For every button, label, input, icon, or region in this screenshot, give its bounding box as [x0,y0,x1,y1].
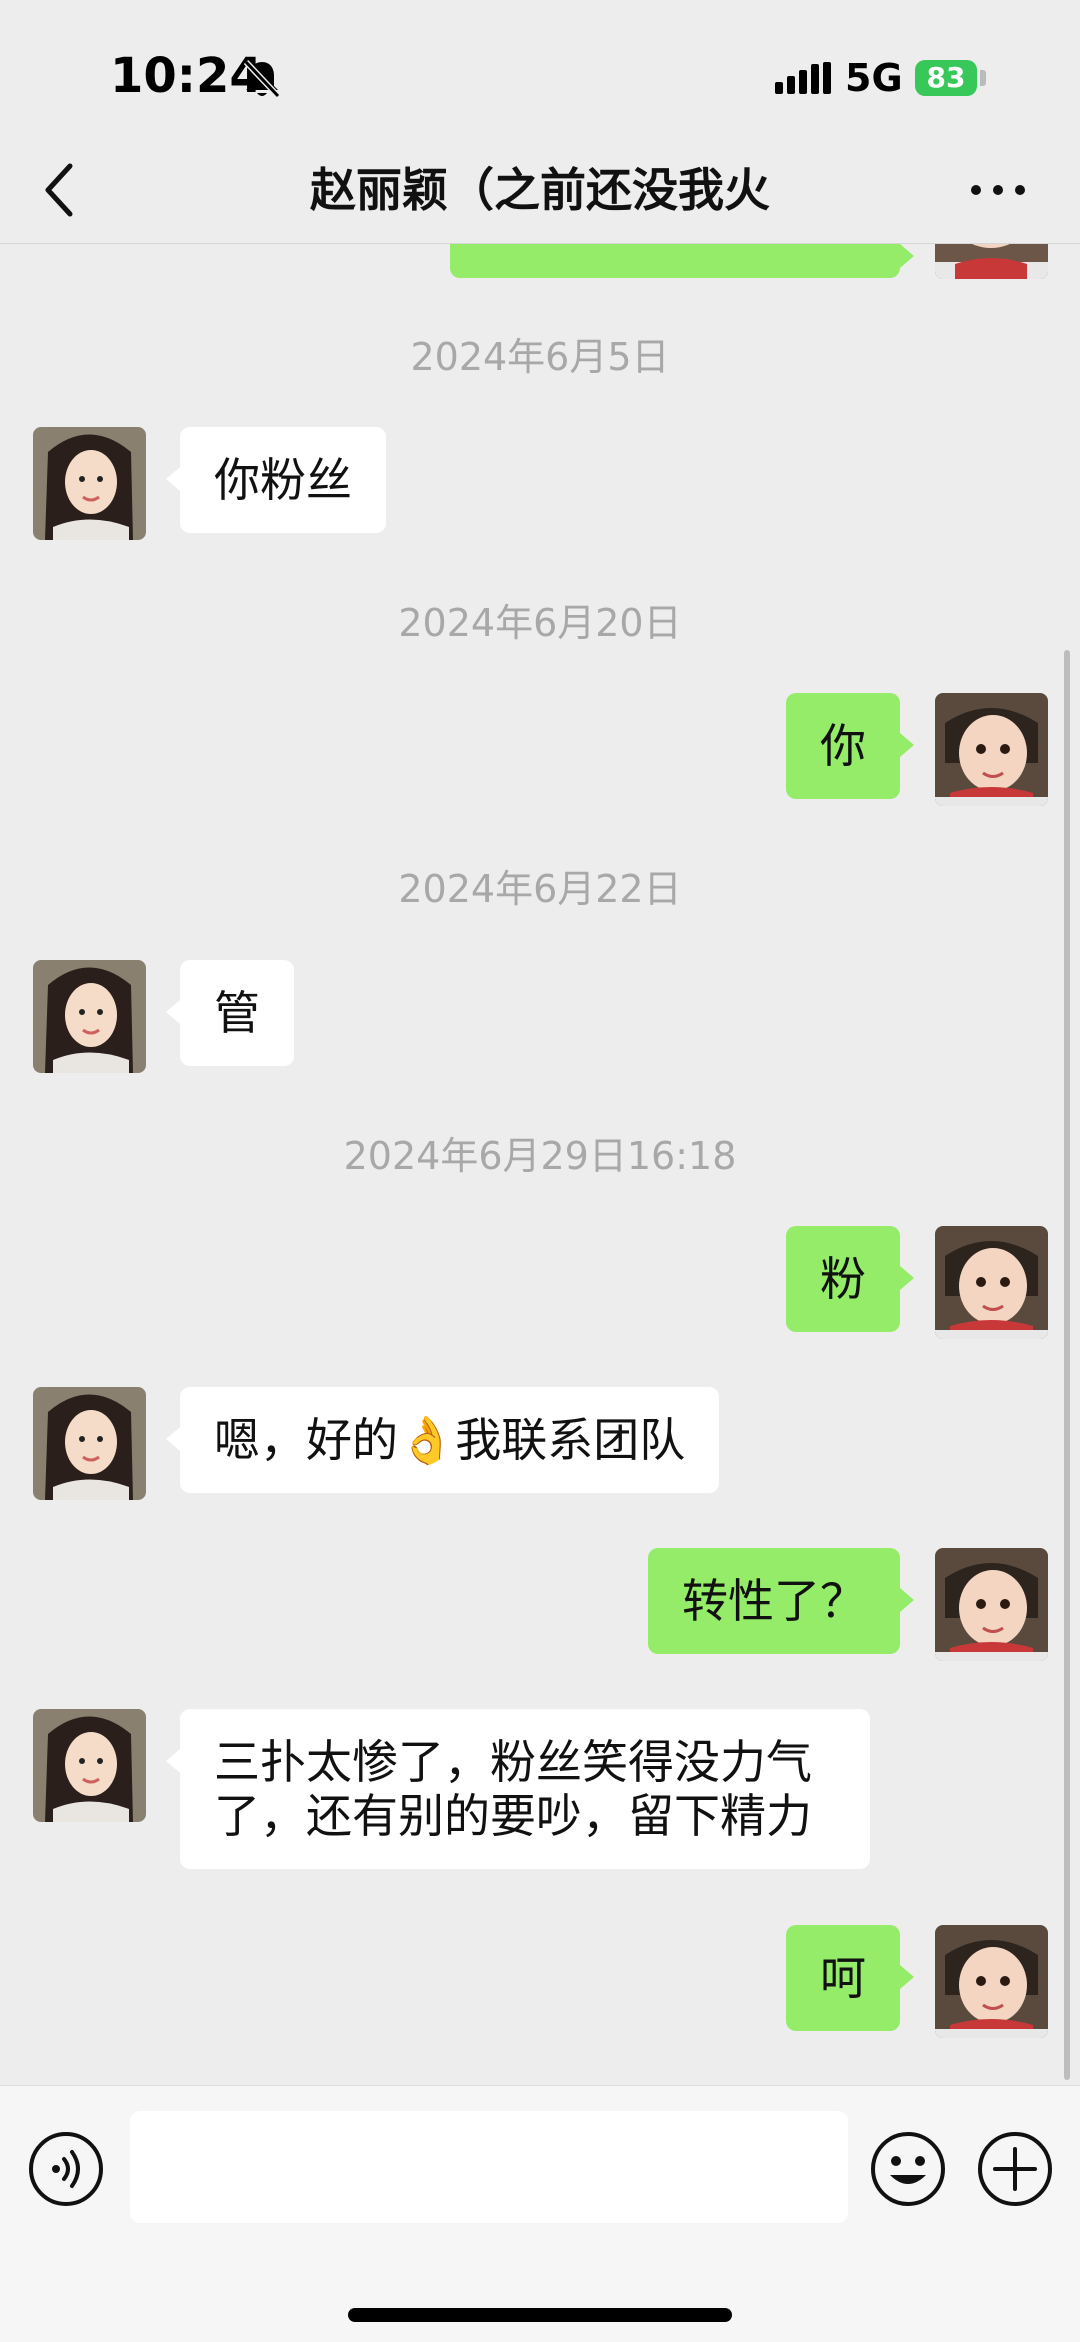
plus-icon[interactable] [977,2131,1053,2211]
bell-off-icon [242,58,282,104]
timestamp: 2024年6月22日 [398,867,682,911]
timestamp: 2024年6月20日 [398,601,682,645]
self-avatar[interactable] [935,1226,1048,1339]
battery-level: 83 [915,60,977,96]
self-avatar[interactable] [935,1548,1048,1661]
self-avatar[interactable] [935,693,1048,806]
message-bubble[interactable]: 三扑太惨了，粉丝笑得没力气了，还有别的要吵，留下精力 [166,1709,870,1869]
emoji-icon[interactable] [870,2131,946,2211]
voice-icon[interactable] [28,2131,104,2211]
chat-title: 赵丽颖（之前还没我火 [310,163,770,217]
timestamp: 2024年6月29日16:18 [343,1134,737,1178]
message-bubble[interactable]: 你粉丝 [166,427,386,533]
message-bubble[interactable]: 转性了？ [648,1548,914,1654]
self-avatar[interactable] [935,1925,1048,2038]
message-input[interactable] [130,2111,848,2223]
home-indicator[interactable] [348,2308,732,2322]
message-bubble[interactable]: 你 [786,693,914,799]
self-avatar[interactable] [935,244,1048,279]
signal-icon [775,62,831,98]
contact-avatar[interactable] [33,1709,146,1822]
timestamp: 2024年6月5日 [410,335,670,379]
contact-avatar[interactable] [33,427,146,540]
message-bubble[interactable]: 管 [166,960,294,1066]
message-bubble-partial [450,244,914,278]
status-time: 10:24 [110,48,263,104]
scrollbar[interactable] [1064,650,1070,2080]
battery-tip [980,70,986,86]
contact-avatar[interactable] [33,1387,146,1500]
message-bubble[interactable]: 粉 [786,1226,914,1332]
message-bubble[interactable]: 嗯，好的👌我联系团队 [165,1387,720,1493]
message-bubble[interactable]: 呵 [786,1925,914,2031]
chat-header: 赵丽颖（之前还没我火 [0,140,1080,244]
message-list[interactable]: 2024年6月5日 你粉丝 2024年6月20日 你 2024年6月22日 管 … [0,244,1080,2084]
more-icon[interactable] [968,180,1028,204]
input-bar [0,2085,1080,2342]
contact-avatar[interactable] [33,960,146,1073]
back-icon[interactable] [40,160,80,224]
status-bar: 10:24 5G 83 [0,0,1080,140]
network-type: 5G [845,56,903,100]
